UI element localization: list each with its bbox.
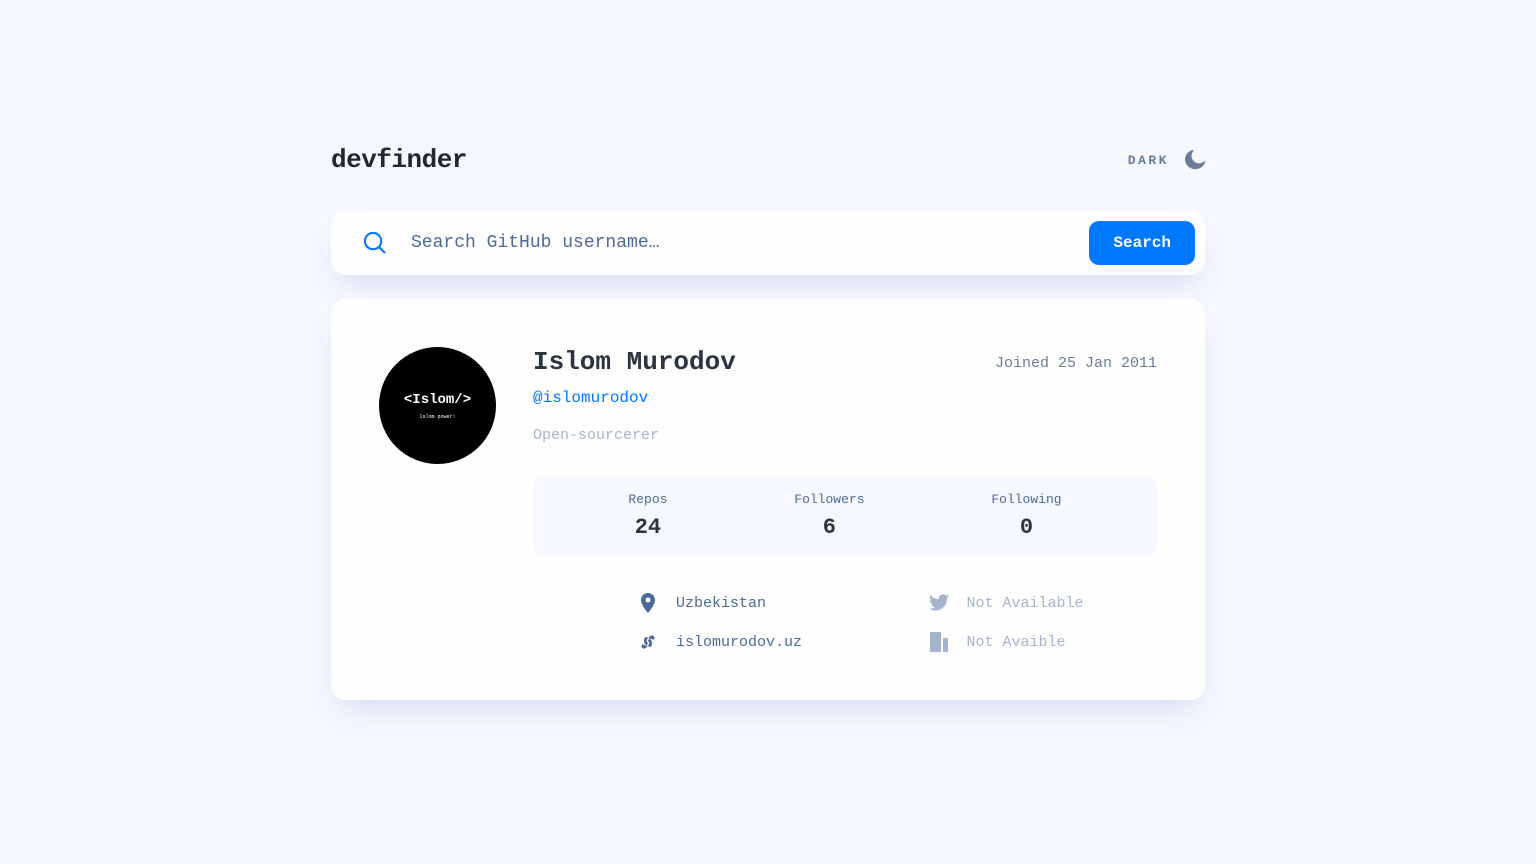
join-date: Joined 25 Jan 2011 xyxy=(995,355,1157,372)
company-text: Not Avaible xyxy=(967,634,1066,651)
profile-card: <Islom/> Islom power! Islom Murodov Join… xyxy=(331,299,1205,700)
profile-bio: Open-sourcerer xyxy=(533,427,1157,444)
profile-username[interactable]: @islomurodov xyxy=(533,389,1157,407)
link-icon xyxy=(638,632,658,652)
stat-following-value: 0 xyxy=(991,515,1061,540)
avatar-text: <Islom/> xyxy=(404,392,471,408)
main-container: devfinder DARK Search <Islom/> Islom pow… xyxy=(331,145,1205,864)
search-button[interactable]: Search xyxy=(1089,221,1195,265)
link-twitter: Not Available xyxy=(929,593,1158,613)
stats-box: Repos 24 Followers 6 Following 0 xyxy=(533,476,1157,556)
building-icon xyxy=(929,632,949,652)
profile-header: Islom Murodov Joined 25 Jan 2011 xyxy=(533,347,1157,377)
website-text: islomurodov.uz xyxy=(676,634,802,651)
moon-icon xyxy=(1185,150,1205,170)
stat-repos-label: Repos xyxy=(628,492,667,507)
link-company: Not Avaible xyxy=(929,632,1158,652)
stat-following: Following 0 xyxy=(991,492,1061,540)
avatar-subtext: Islom power! xyxy=(419,414,455,420)
avatar: <Islom/> Islom power! xyxy=(379,347,496,464)
links-grid: Uzbekistan Not Available islomurodov.uz xyxy=(533,593,1157,652)
theme-toggle[interactable]: DARK xyxy=(1128,150,1205,170)
header: devfinder DARK xyxy=(331,145,1205,175)
link-location: Uzbekistan xyxy=(638,593,867,613)
stat-followers-label: Followers xyxy=(794,492,864,507)
link-website[interactable]: islomurodov.uz xyxy=(638,632,867,652)
stat-repos-value: 24 xyxy=(628,515,667,540)
location-text: Uzbekistan xyxy=(676,595,766,612)
search-icon xyxy=(363,231,387,255)
search-input[interactable] xyxy=(411,233,1065,253)
profile-name: Islom Murodov xyxy=(533,347,736,377)
stat-repos: Repos 24 xyxy=(628,492,667,540)
twitter-text: Not Available xyxy=(967,595,1084,612)
stat-followers: Followers 6 xyxy=(794,492,864,540)
location-icon xyxy=(638,593,658,613)
stat-followers-value: 6 xyxy=(794,515,864,540)
search-bar: Search xyxy=(331,211,1205,275)
profile-info: Islom Murodov Joined 25 Jan 2011 @islomu… xyxy=(533,347,1157,652)
logo: devfinder xyxy=(331,145,467,175)
theme-label: DARK xyxy=(1128,153,1169,168)
twitter-icon xyxy=(929,593,949,613)
stat-following-label: Following xyxy=(991,492,1061,507)
